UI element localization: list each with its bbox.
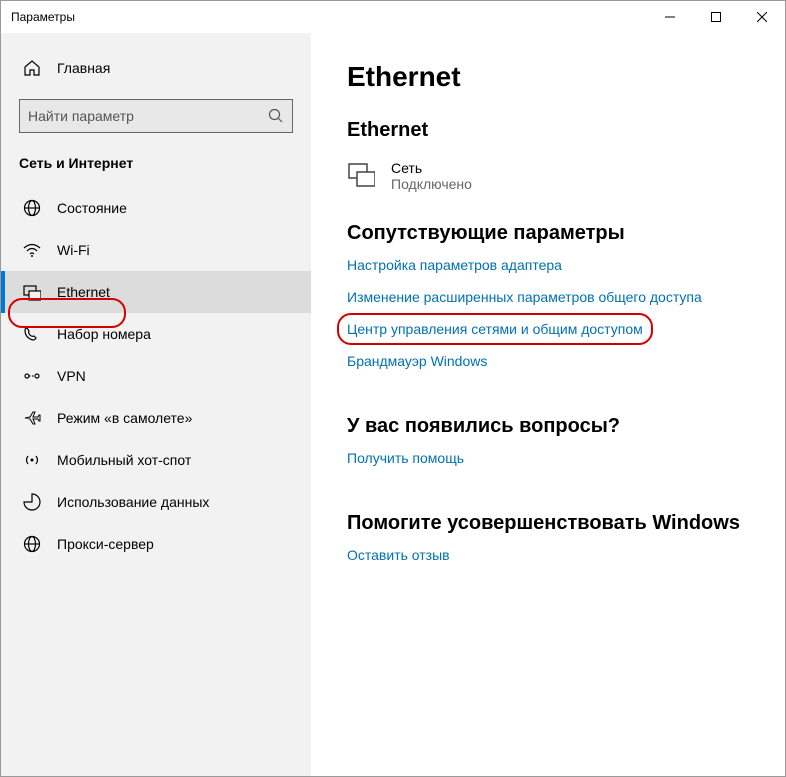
home-icon <box>23 59 41 77</box>
link-advanced-sharing[interactable]: Изменение расширенных параметров общего … <box>347 289 702 305</box>
sidebar-item-label: Ethernet <box>57 284 110 300</box>
sidebar-item-label: Режим «в самолете» <box>57 410 192 426</box>
category-label: Сеть и Интернет <box>1 155 311 187</box>
home-label: Главная <box>57 60 110 76</box>
search-icon <box>268 108 284 124</box>
airplane-icon <box>23 409 41 427</box>
minimize-icon <box>665 12 675 22</box>
sidebar-item-wifi[interactable]: Wi-Fi <box>1 229 311 271</box>
sidebar-item-status[interactable]: Состояние <box>1 187 311 229</box>
sidebar-item-dialup[interactable]: Набор номера <box>1 313 311 355</box>
proxy-icon <box>23 535 41 553</box>
search-field[interactable] <box>28 108 268 124</box>
link-adapter-settings[interactable]: Настройка параметров адаптера <box>347 257 562 273</box>
sidebar-item-vpn[interactable]: VPN <box>1 355 311 397</box>
link-feedback[interactable]: Оставить отзыв <box>347 547 450 563</box>
wifi-icon <box>23 241 41 259</box>
sidebar-item-datausage[interactable]: Использование данных <box>1 481 311 523</box>
link-get-help[interactable]: Получить помощь <box>347 450 464 466</box>
link-network-center[interactable]: Центр управления сетями и общим доступом <box>347 321 643 337</box>
ethernet-icon <box>23 283 41 301</box>
minimize-button[interactable] <box>647 1 693 33</box>
sidebar-item-label: Использование данных <box>57 494 209 510</box>
sidebar-item-label: Мобильный хот-спот <box>57 452 191 468</box>
network-item[interactable]: Сеть Подключено <box>347 160 761 192</box>
dialup-icon <box>23 325 41 343</box>
sidebar-item-label: Состояние <box>57 200 127 216</box>
section-heading: Ethernet <box>347 119 761 142</box>
improve-heading: Помогите усовершенствовать Windows <box>347 512 761 535</box>
help-heading: У вас появились вопросы? <box>347 415 761 438</box>
sidebar-item-label: VPN <box>57 368 86 384</box>
sidebar-item-hotspot[interactable]: Мобильный хот-спот <box>1 439 311 481</box>
close-icon <box>757 12 767 22</box>
network-status: Подключено <box>391 176 472 192</box>
related-heading: Сопутствующие параметры <box>347 222 761 245</box>
hotspot-icon <box>23 451 41 469</box>
datausage-icon <box>23 493 41 511</box>
window-title: Параметры <box>11 10 75 24</box>
sidebar-item-proxy[interactable]: Прокси-сервер <box>1 523 311 565</box>
sidebar-item-ethernet[interactable]: Ethernet <box>1 271 311 313</box>
page-title: Ethernet <box>347 61 761 93</box>
search-input[interactable] <box>19 99 293 133</box>
vpn-icon <box>23 367 41 385</box>
home-button[interactable]: Главная <box>1 51 311 85</box>
ethernet-icon <box>347 160 375 188</box>
sidebar-item-label: Wi-Fi <box>57 242 90 258</box>
sidebar-item-label: Набор номера <box>57 326 151 342</box>
maximize-button[interactable] <box>693 1 739 33</box>
sidebar-item-label: Прокси-сервер <box>57 536 154 552</box>
close-button[interactable] <box>739 1 785 33</box>
link-windows-firewall[interactable]: Брандмауэр Windows <box>347 353 487 369</box>
network-name: Сеть <box>391 160 472 176</box>
sidebar-item-airplane[interactable]: Режим «в самолете» <box>1 397 311 439</box>
status-icon <box>23 199 41 217</box>
maximize-icon <box>711 12 721 22</box>
